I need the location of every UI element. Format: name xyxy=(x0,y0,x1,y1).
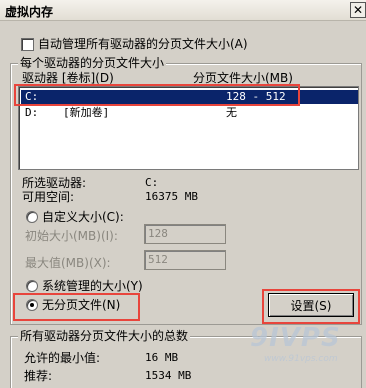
totals-group-title: 所有驱动器分页文件大小的总数 xyxy=(18,329,191,343)
drives-group-title: 每个驱动器的分页文件大小 xyxy=(18,56,167,70)
size-column-header: 分页文件大小(MB) xyxy=(193,71,293,85)
custom-size-radio[interactable] xyxy=(26,211,38,223)
auto-manage-checkbox[interactable] xyxy=(21,38,34,51)
initial-size-label: 初始大小(MB)(I): xyxy=(25,229,118,243)
set-button[interactable]: 设置(S) xyxy=(268,293,354,317)
selected-drive-label: 所选驱动器: xyxy=(22,176,87,190)
drive-row-c[interactable]: C: 128 - 512 xyxy=(21,90,358,104)
drive-size: 无 xyxy=(226,106,237,119)
set-button-label: 设置(S) xyxy=(290,298,332,313)
drive-list[interactable]: C: 128 - 512 D: [新加卷] 无 xyxy=(18,86,359,170)
free-space-label: 可用空间: xyxy=(22,190,75,204)
drive-label: [新加卷] xyxy=(63,106,110,119)
max-size-input[interactable]: 512 xyxy=(144,250,226,270)
close-button[interactable]: ✕ xyxy=(350,2,366,18)
title-bar: 虚拟内存 ✕ xyxy=(0,0,366,21)
drive-letter: C: xyxy=(25,90,39,103)
min-allowed-value: 16 MB xyxy=(145,351,179,364)
selected-drive-value: C: xyxy=(145,176,159,189)
recommended-label: 推荐: xyxy=(24,369,53,383)
radio-selected-dot xyxy=(30,303,34,307)
watermark-brand: 9IVPS xyxy=(250,323,341,353)
custom-size-label: 自定义大小(C): xyxy=(42,210,124,224)
close-icon: ✕ xyxy=(352,3,364,17)
max-size-label: 最大值(MB)(X): xyxy=(25,256,111,270)
window-title: 虚拟内存 xyxy=(5,5,54,19)
system-managed-radio[interactable] xyxy=(26,280,38,292)
watermark-logo: 9IVPS www.91vps.com xyxy=(250,323,360,373)
drive-row-d[interactable]: D: [新加卷] 无 xyxy=(21,106,358,120)
drive-column-header: 驱动器 [卷标](D) xyxy=(22,71,114,85)
system-managed-label: 系统管理的大小(Y) xyxy=(42,279,143,293)
drive-size: 128 - 512 xyxy=(226,90,286,103)
initial-size-input[interactable]: 128 xyxy=(144,224,226,244)
recommended-value: 1534 MB xyxy=(145,369,192,382)
drive-letter: D: xyxy=(25,106,39,119)
auto-manage-label: 自动管理所有驱动器的分页文件大小(A) xyxy=(38,37,248,51)
watermark-url: www.91vps.com xyxy=(264,354,338,364)
no-paging-file-label: 无分页文件(N) xyxy=(42,298,121,312)
no-paging-file-radio[interactable] xyxy=(26,299,38,311)
min-allowed-label: 允许的最小值: xyxy=(24,351,101,365)
free-space-value: 16375 MB xyxy=(145,190,198,203)
